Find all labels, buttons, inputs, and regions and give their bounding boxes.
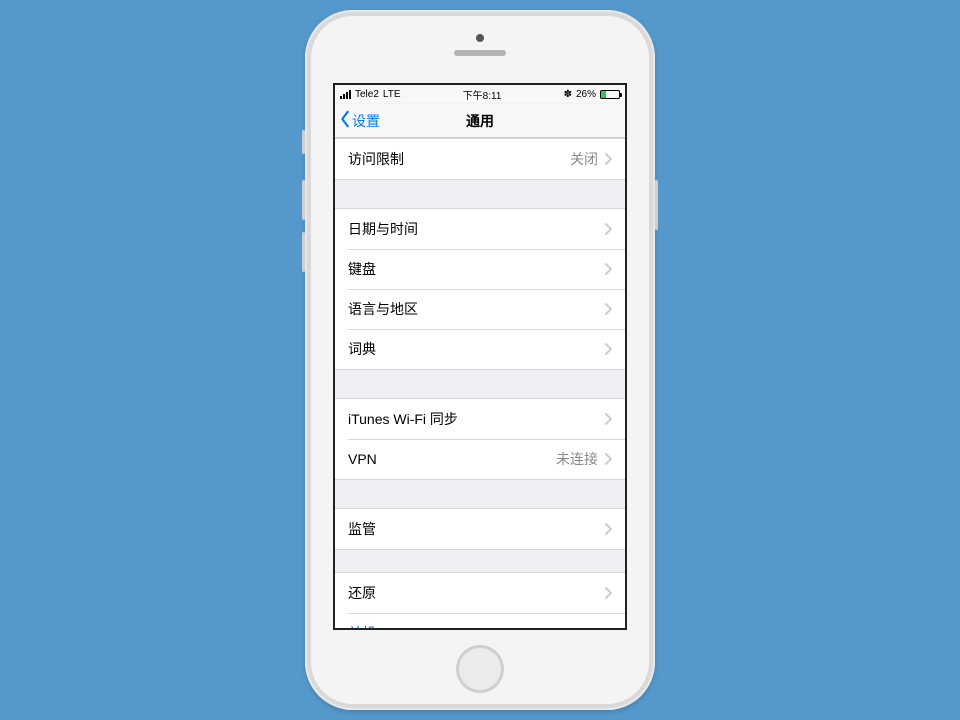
row-dictionary[interactable]: 词典 xyxy=(335,329,625,369)
row-label: 词典 xyxy=(348,339,376,359)
chevron-right-icon xyxy=(604,413,612,425)
row-shutdown[interactable]: 关机 xyxy=(335,613,625,628)
group-gap xyxy=(335,180,625,208)
signal-strength-icon xyxy=(340,90,351,99)
battery-icon xyxy=(600,90,620,99)
status-left: Tele2 LTE xyxy=(340,89,401,100)
chevron-right-icon xyxy=(604,523,612,535)
speaker-grille xyxy=(454,50,506,56)
row-vpn[interactable]: VPN 未连接 xyxy=(335,439,625,479)
battery-percent: 26% xyxy=(576,89,596,100)
phone-frame: Tele2 LTE 下午8:11 ✽ 26% 设置 通用 xyxy=(305,10,655,710)
group-localization: 日期与时间 键盘 语言与地区 词典 xyxy=(335,208,625,370)
volume-down-button xyxy=(302,232,305,272)
status-right: ✽ 26% xyxy=(564,89,620,100)
nav-bar: 设置 通用 xyxy=(335,104,625,138)
battery-fill xyxy=(601,91,606,98)
screen: Tele2 LTE 下午8:11 ✽ 26% 设置 通用 xyxy=(333,83,627,630)
row-keyboard[interactable]: 键盘 xyxy=(335,249,625,289)
network-label: LTE xyxy=(383,89,401,100)
row-value: 未连接 xyxy=(556,449,598,469)
row-regulatory[interactable]: 监管 xyxy=(335,509,625,549)
volume-up-button xyxy=(302,180,305,220)
row-restrictions[interactable]: 访问限制 关闭 xyxy=(335,139,625,179)
power-button xyxy=(655,180,658,230)
bluetooth-icon: ✽ xyxy=(564,89,572,100)
group-regulatory: 监管 xyxy=(335,508,625,550)
chevron-left-icon xyxy=(339,110,351,131)
row-label: 监管 xyxy=(348,519,376,539)
chevron-right-icon xyxy=(604,153,612,165)
chevron-right-icon xyxy=(604,343,612,355)
carrier-label: Tele2 xyxy=(355,89,379,100)
settings-list[interactable]: 访问限制 关闭 日期与时间 键盘 xyxy=(335,138,625,628)
row-value: 关闭 xyxy=(570,149,598,169)
group-sync: iTunes Wi-Fi 同步 VPN 未连接 xyxy=(335,398,625,480)
home-button[interactable] xyxy=(456,645,504,693)
page-title: 通用 xyxy=(466,111,494,131)
row-reset[interactable]: 还原 xyxy=(335,573,625,613)
chevron-right-icon xyxy=(604,303,612,315)
row-label: 日期与时间 xyxy=(348,219,418,239)
status-time: 下午8:11 xyxy=(463,87,502,102)
row-language-region[interactable]: 语言与地区 xyxy=(335,289,625,329)
group-gap xyxy=(335,480,625,508)
row-date-time[interactable]: 日期与时间 xyxy=(335,209,625,249)
row-itunes-wifi-sync[interactable]: iTunes Wi-Fi 同步 xyxy=(335,399,625,439)
group-gap xyxy=(335,550,625,572)
row-label: 语言与地区 xyxy=(348,299,418,319)
back-label: 设置 xyxy=(352,111,380,131)
mute-switch xyxy=(302,130,305,154)
row-label: 访问限制 xyxy=(348,149,404,169)
row-label: 关机 xyxy=(348,623,376,628)
chevron-right-icon xyxy=(604,223,612,235)
back-button[interactable]: 设置 xyxy=(339,104,380,137)
chevron-right-icon xyxy=(604,263,612,275)
row-label: iTunes Wi-Fi 同步 xyxy=(348,409,458,429)
group-restrictions: 访问限制 关闭 xyxy=(335,138,625,180)
front-camera xyxy=(476,34,484,42)
row-label: 键盘 xyxy=(348,259,376,279)
group-gap xyxy=(335,370,625,398)
chevron-right-icon xyxy=(604,587,612,599)
chevron-right-icon xyxy=(604,453,612,465)
status-bar: Tele2 LTE 下午8:11 ✽ 26% xyxy=(335,85,625,104)
row-label: VPN xyxy=(348,451,377,467)
row-label: 还原 xyxy=(348,583,376,603)
group-reset: 还原 关机 xyxy=(335,572,625,628)
